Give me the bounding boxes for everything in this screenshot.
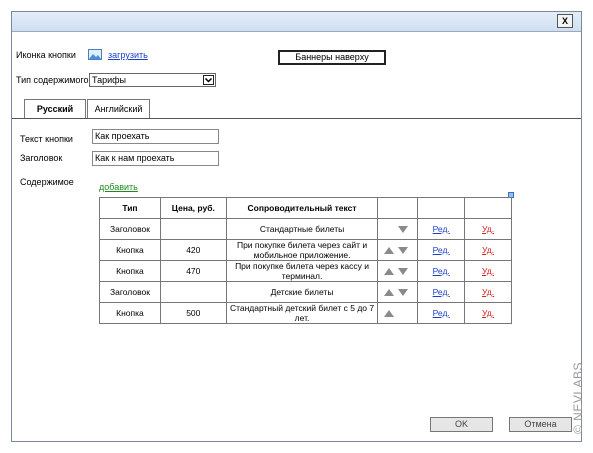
delete-link[interactable]: Уд. bbox=[482, 266, 494, 276]
cell-edit: Ред. bbox=[417, 260, 466, 282]
title-bar: X bbox=[12, 12, 581, 32]
move-down-icon[interactable] bbox=[398, 247, 409, 255]
table-row: Кнопка 420 При покупке билета через сайт и… bbox=[99, 239, 512, 261]
cell-price: 500 bbox=[159, 302, 227, 324]
column-header-delete bbox=[464, 197, 512, 219]
cell-price bbox=[159, 281, 227, 303]
cell-delete: Уд. bbox=[464, 218, 512, 240]
content-type-label: Тип содержимого bbox=[16, 75, 89, 85]
cell-delete: Уд. bbox=[464, 281, 512, 303]
table-row: Кнопка 500 Стандартный детский билет с 5 д… bbox=[99, 302, 512, 324]
upload-link[interactable]: загрузить bbox=[108, 50, 148, 60]
cell-text: Стандартные билеты bbox=[225, 218, 379, 240]
cancel-button[interactable]: Отмена bbox=[509, 417, 572, 432]
cell-delete: Уд. bbox=[464, 239, 512, 261]
cell-type: Кнопка bbox=[99, 302, 161, 324]
watermark-text: © NEVLABS bbox=[571, 361, 585, 434]
cell-order bbox=[377, 239, 419, 261]
delete-link[interactable]: Уд. bbox=[482, 308, 494, 318]
tab-english[interactable]: Английский bbox=[87, 99, 150, 118]
content-label: Содержимое bbox=[20, 177, 74, 187]
heading-label: Заголовок bbox=[20, 153, 63, 163]
cell-text: При покупке билета через кассу и термина… bbox=[225, 260, 379, 282]
column-header-type: Тип bbox=[99, 197, 161, 219]
cell-type: Кнопка bbox=[99, 239, 161, 261]
table-row: Заголовок Детские билеты Ред. Уд. bbox=[99, 281, 512, 303]
edit-link[interactable]: Ред. bbox=[433, 224, 450, 234]
delete-link[interactable]: Уд. bbox=[482, 245, 494, 255]
settings-dialog: X Иконка кнопки загрузить Баннеры наверх… bbox=[11, 11, 585, 442]
button-text-input[interactable]: Как проехать bbox=[92, 129, 219, 144]
cell-edit: Ред. bbox=[417, 302, 466, 324]
column-header-edit bbox=[417, 197, 466, 219]
column-header-order bbox=[377, 197, 419, 219]
table-header-row: Тип Цена, руб. Сопроводительный текст bbox=[99, 197, 512, 219]
cell-edit: Ред. bbox=[417, 281, 466, 303]
cell-order bbox=[377, 260, 419, 282]
cell-text: Стандартный детский билет с 5 до 7 лет. bbox=[225, 302, 379, 324]
column-header-text: Сопроводительный текст bbox=[225, 197, 379, 219]
add-link[interactable]: добавить bbox=[99, 182, 138, 192]
move-up-icon[interactable] bbox=[384, 310, 395, 318]
chevron-down-icon[interactable] bbox=[203, 75, 214, 85]
content-type-select[interactable]: Тарифы bbox=[89, 73, 216, 87]
close-button[interactable]: X bbox=[557, 14, 573, 28]
ok-button[interactable]: OK bbox=[430, 417, 493, 432]
table-row: Заголовок Стандартные билеты Ред. Уд. bbox=[99, 218, 512, 240]
move-down-icon[interactable] bbox=[398, 268, 409, 276]
cell-edit: Ред. bbox=[417, 218, 466, 240]
icon-label: Иконка кнопки bbox=[16, 50, 76, 60]
table-row: Кнопка 470 При покупке билета через кассу … bbox=[99, 260, 512, 282]
content-table: Тип Цена, руб. Сопроводительный текст За… bbox=[99, 197, 512, 324]
move-up-icon[interactable] bbox=[384, 268, 395, 276]
cell-order bbox=[377, 218, 419, 240]
move-up-icon[interactable] bbox=[384, 247, 395, 255]
delete-link[interactable]: Уд. bbox=[482, 287, 494, 297]
move-up-icon[interactable] bbox=[384, 289, 395, 297]
move-down-icon[interactable] bbox=[398, 289, 409, 297]
image-icon bbox=[88, 49, 102, 60]
cell-price: 470 bbox=[159, 260, 227, 282]
cell-type: Заголовок bbox=[99, 281, 161, 303]
tab-russian[interactable]: Русский bbox=[24, 99, 86, 119]
cell-delete: Уд. bbox=[464, 260, 512, 282]
move-down-icon[interactable] bbox=[398, 226, 409, 234]
edit-link[interactable]: Ред. bbox=[433, 266, 450, 276]
edit-link[interactable]: Ред. bbox=[433, 308, 450, 318]
cell-price: 420 bbox=[159, 239, 227, 261]
cell-type: Кнопка bbox=[99, 260, 161, 282]
cell-delete: Уд. bbox=[464, 302, 512, 324]
cell-text: Детские билеты bbox=[225, 281, 379, 303]
cell-order bbox=[377, 302, 419, 324]
cell-price bbox=[159, 218, 227, 240]
edit-link[interactable]: Ред. bbox=[433, 245, 450, 255]
cell-edit: Ред. bbox=[417, 239, 466, 261]
button-text-label: Текст кнопки bbox=[20, 134, 73, 144]
cell-text: При покупке билета через сайт и мобильно… bbox=[225, 239, 379, 261]
column-header-price: Цена, руб. bbox=[159, 197, 227, 219]
edit-link[interactable]: Ред. bbox=[433, 287, 450, 297]
delete-link[interactable]: Уд. bbox=[482, 224, 494, 234]
banners-top-button[interactable]: Баннеры наверху bbox=[278, 50, 386, 65]
heading-input[interactable]: Как к нам проехать bbox=[92, 151, 219, 166]
cell-order bbox=[377, 281, 419, 303]
tab-divider bbox=[12, 118, 581, 119]
cell-type: Заголовок bbox=[99, 218, 161, 240]
content-type-value: Тарифы bbox=[92, 75, 127, 85]
